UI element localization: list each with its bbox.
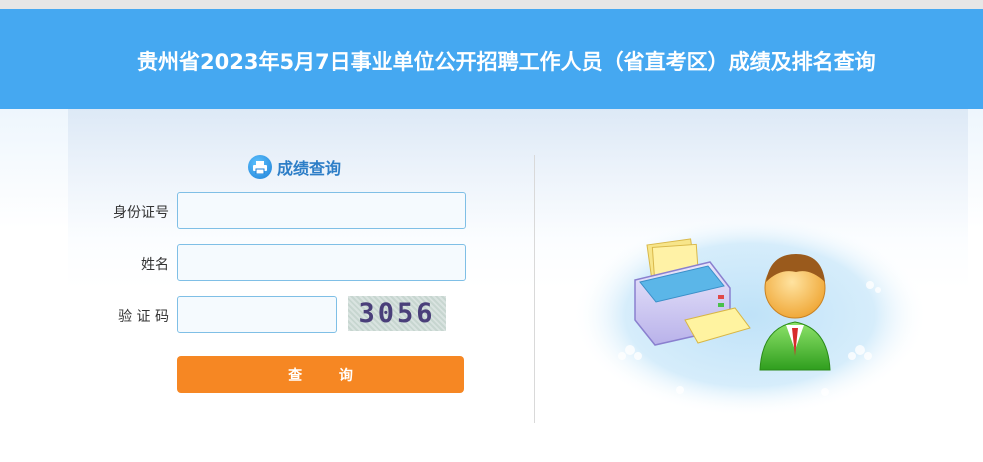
name-label: 姓名 [141,257,169,273]
vertical-divider [534,155,535,423]
captcha-image[interactable]: 3056 [348,296,446,331]
id-number-label: 身份证号 [113,205,169,221]
form-heading-text: 成绩查询 [277,159,342,178]
printer-icon [248,155,272,179]
right-shade [968,109,983,229]
name-input[interactable] [177,244,466,281]
printer-user-illustration [572,213,928,417]
page-header: 贵州省2023年5月7日事业单位公开招聘工作人员（省直考区）成绩及排名查询 [0,9,983,109]
form-heading: 成绩查询 [248,154,341,180]
submit-button[interactable]: 查 询 [177,356,464,393]
left-shade [0,109,68,229]
captcha-code: 3056 [358,298,436,329]
captcha-input[interactable] [177,296,337,333]
id-number-input[interactable] [177,192,466,229]
page-title: 贵州省2023年5月7日事业单位公开招聘工作人员（省直考区）成绩及排名查询 [137,50,876,74]
captcha-label: 验 证 码 [118,309,169,325]
top-strip [0,0,983,9]
